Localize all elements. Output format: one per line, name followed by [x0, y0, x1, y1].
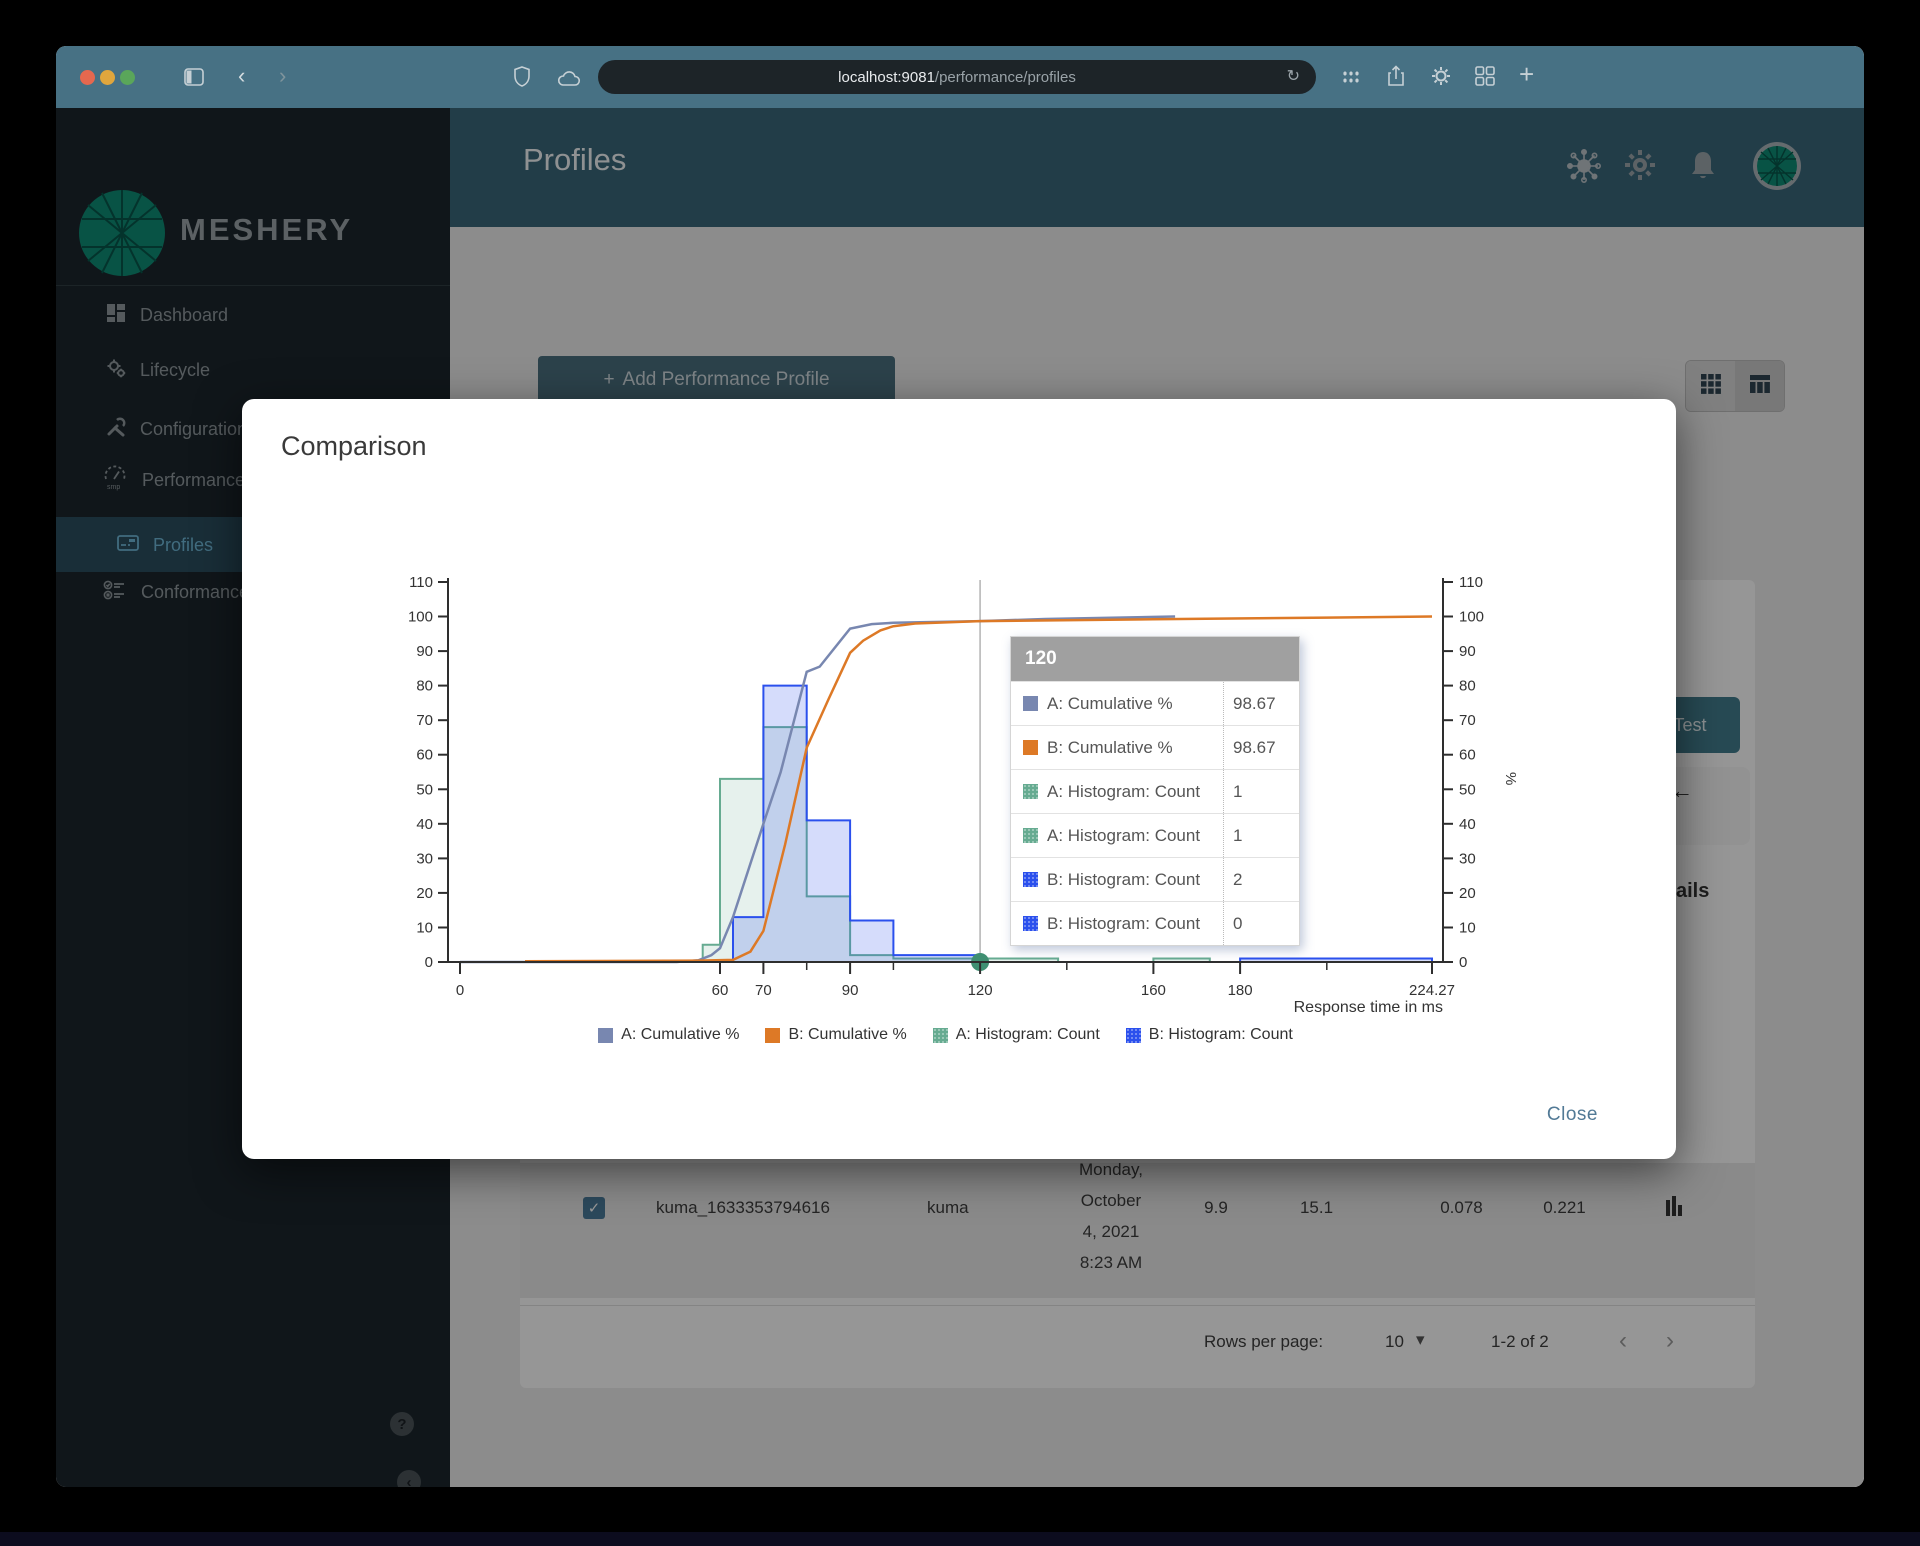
legend-label: A: Cumulative %: [621, 1026, 740, 1043]
tooltip-swatch-icon: [1023, 916, 1038, 931]
url-host: localhost:9081: [838, 68, 935, 86]
legend-item[interactable]: A: Histogram: Count: [932, 1026, 1100, 1044]
tooltip-swatch-icon: [1023, 696, 1038, 711]
sidebar-toggle-icon[interactable]: [184, 67, 204, 91]
taskbar-strip: [0, 1532, 1920, 1546]
screen: ‹ › localhost:9081/performance/profiles …: [0, 0, 1920, 1546]
legend-item[interactable]: B: Cumulative %: [765, 1026, 907, 1044]
address-bar[interactable]: localhost:9081/performance/profiles ↻: [598, 60, 1316, 94]
tooltip-label: B: Histogram: Count: [1047, 913, 1201, 933]
legend-item[interactable]: B: Histogram: Count: [1125, 1026, 1293, 1044]
close-window-button[interactable]: [80, 70, 95, 85]
legend-swatch-icon: [932, 1027, 948, 1043]
legend-swatch-icon: [1125, 1027, 1141, 1043]
back-icon[interactable]: ‹: [238, 64, 245, 88]
tooltip-row: B: Histogram: Count 2: [1011, 857, 1299, 901]
tab-overview-icon[interactable]: [1475, 66, 1495, 91]
tooltip-label: B: Histogram: Count: [1047, 869, 1201, 889]
tooltip-value: 2: [1223, 858, 1299, 901]
share-icon[interactable]: [1387, 65, 1405, 92]
forward-icon[interactable]: ›: [279, 64, 286, 88]
tooltip-row: B: Cumulative % 98.67: [1011, 725, 1299, 769]
url-path: /performance/profiles: [934, 68, 1076, 86]
refresh-icon[interactable]: ↻: [1287, 66, 1300, 85]
tooltip-value: 98.67: [1223, 726, 1299, 769]
chart-tooltip: 120 A: Cumulative % 98.67 B: Cumulative % 9…: [1010, 636, 1300, 946]
cloud-icon[interactable]: [557, 68, 581, 92]
comparison-modal: Comparison Close: [242, 399, 1676, 1159]
tooltip-swatch-icon: [1023, 872, 1038, 887]
browser-chrome: ‹ › localhost:9081/performance/profiles …: [56, 46, 1864, 108]
tooltip-value: 1: [1223, 814, 1299, 857]
tooltip-value: 98.67: [1223, 682, 1299, 725]
legend-item[interactable]: A: Cumulative %: [598, 1026, 739, 1044]
tooltip-row: B: Histogram: Count 0: [1011, 901, 1299, 945]
tooltip-swatch-icon: [1023, 828, 1038, 843]
settings-gear-icon[interactable]: [1430, 65, 1452, 92]
tooltip-row: A: Histogram: Count 1: [1011, 813, 1299, 857]
tooltip-label: A: Cumulative %: [1047, 693, 1173, 713]
extensions-dots-icon[interactable]: [1342, 70, 1360, 84]
tooltip-row: A: Cumulative % 98.67: [1011, 681, 1299, 725]
tooltip-swatch-icon: [1023, 740, 1038, 755]
shield-icon[interactable]: [513, 66, 531, 92]
legend-label: B: Cumulative %: [788, 1026, 907, 1043]
tooltip-value: 0: [1223, 902, 1299, 945]
zoom-window-button[interactable]: [120, 70, 135, 85]
tooltip-label: B: Cumulative %: [1047, 737, 1173, 757]
tooltip-title: 120: [1011, 637, 1299, 681]
tooltip-label: A: Histogram: Count: [1047, 781, 1201, 801]
legend-label: B: Histogram: Count: [1148, 1026, 1293, 1043]
chart-legend: A: Cumulative % B: Cumulative % A: Histogr…: [448, 1026, 1443, 1044]
tooltip-swatch-icon: [1023, 784, 1038, 799]
tooltip-value: 1: [1223, 770, 1299, 813]
close-button[interactable]: Close: [1547, 1104, 1598, 1126]
new-tab-icon[interactable]: +: [1519, 61, 1534, 87]
minimize-window-button[interactable]: [100, 70, 115, 85]
legend-swatch-icon: [765, 1027, 781, 1043]
modal-title: Comparison: [281, 431, 427, 461]
tooltip-row: A: Histogram: Count 1: [1011, 769, 1299, 813]
legend-label: A: Histogram: Count: [955, 1026, 1100, 1043]
legend-swatch-icon: [598, 1027, 614, 1043]
tooltip-label: A: Histogram: Count: [1047, 825, 1201, 845]
